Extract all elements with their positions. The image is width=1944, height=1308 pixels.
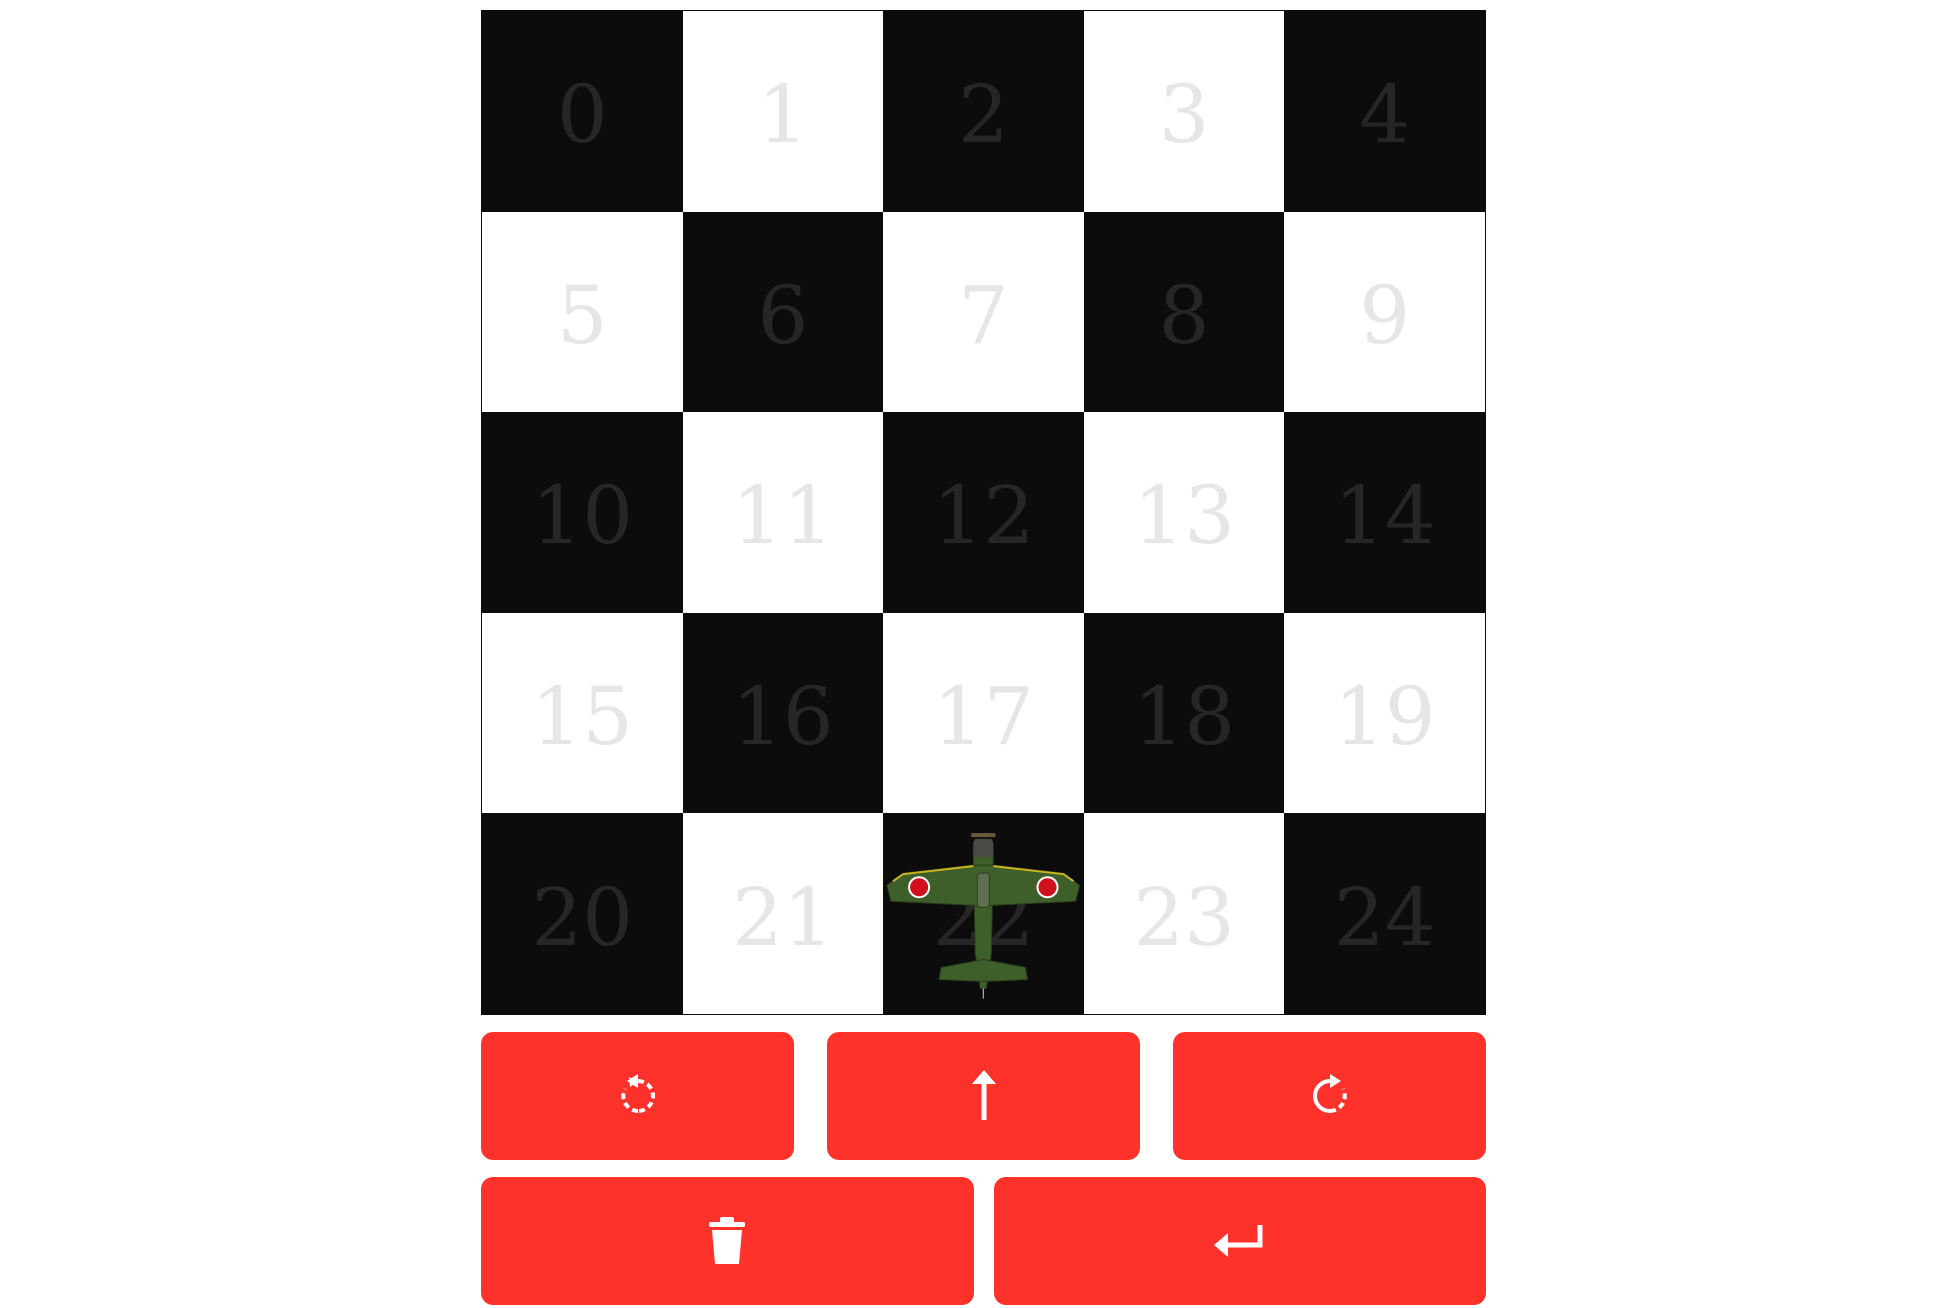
rotate-left-icon xyxy=(620,1074,655,1113)
board-cell[interactable]: 17 xyxy=(883,612,1084,814)
board-cell[interactable]: 15 xyxy=(482,612,683,814)
cell-number: 11 xyxy=(731,469,834,563)
board-cell[interactable]: 20 xyxy=(482,813,683,1014)
board-cell[interactable]: 1 xyxy=(682,11,884,212)
cell-number: 22 xyxy=(932,870,1035,964)
rotate-right-icon xyxy=(1312,1074,1347,1113)
cell-number: 21 xyxy=(731,870,834,964)
trash-icon xyxy=(709,1217,746,1264)
cell-number: 16 xyxy=(731,670,834,764)
board-cell[interactable]: 13 xyxy=(1083,412,1285,613)
movement-controls xyxy=(481,1032,1486,1160)
board-cell[interactable]: 11 xyxy=(682,412,884,613)
cell-number: 19 xyxy=(1333,670,1436,764)
board-cell[interactable]: 0 xyxy=(482,11,683,212)
cell-number: 18 xyxy=(1133,670,1235,764)
cell-number: 6 xyxy=(757,268,809,362)
board-cell[interactable]: 21 xyxy=(682,813,884,1014)
cell-number: 2 xyxy=(958,68,1009,162)
cell-number: 12 xyxy=(932,469,1035,563)
board-cell[interactable]: 8 xyxy=(1083,211,1285,413)
cell-number: 13 xyxy=(1133,469,1235,563)
board-cell[interactable]: 7 xyxy=(883,211,1084,413)
forward-button[interactable] xyxy=(827,1032,1140,1160)
cell-number: 17 xyxy=(932,670,1035,764)
action-controls xyxy=(481,1177,1486,1305)
cell-number: 3 xyxy=(1158,68,1210,162)
cell-number: 10 xyxy=(531,469,634,563)
arrow-up-icon xyxy=(971,1070,996,1120)
cell-number: 24 xyxy=(1333,870,1436,964)
board-cell[interactable]: 2 xyxy=(883,11,1084,212)
board-cell[interactable]: 16 xyxy=(682,612,884,814)
rotate-left-button[interactable] xyxy=(481,1032,794,1160)
cell-number: 9 xyxy=(1359,268,1411,362)
cell-number: 14 xyxy=(1333,469,1436,563)
enter-button[interactable] xyxy=(993,1177,1486,1305)
board-cell[interactable]: 10 xyxy=(482,412,683,613)
board-cell[interactable]: 6 xyxy=(682,211,884,413)
board-cell[interactable]: 4 xyxy=(1284,11,1485,212)
board-cell[interactable]: 14 xyxy=(1284,412,1485,613)
game-board: 0 1 2 3 4 5 6 7 8 9 10 11 12 13 14 15 16… xyxy=(481,10,1486,1015)
enter-return-icon xyxy=(1213,1225,1263,1257)
board-cell[interactable]: 18 xyxy=(1083,612,1285,814)
board-cell[interactable]: 12 xyxy=(883,412,1084,613)
board-cell[interactable]: 19 xyxy=(1284,612,1485,814)
cell-number: 15 xyxy=(531,670,634,764)
board-cell[interactable]: 23 xyxy=(1083,813,1285,1014)
board-cell[interactable]: 9 xyxy=(1284,211,1485,413)
cell-number: 23 xyxy=(1133,870,1235,964)
board-cell[interactable]: 22 xyxy=(883,813,1084,1014)
rotate-right-button[interactable] xyxy=(1173,1032,1486,1160)
cell-number: 5 xyxy=(556,268,608,362)
cell-number: 20 xyxy=(531,870,634,964)
cell-number: 1 xyxy=(757,68,809,162)
cell-number: 4 xyxy=(1359,68,1411,162)
cell-number: 7 xyxy=(958,268,1009,362)
delete-button[interactable] xyxy=(481,1177,974,1305)
board-cell[interactable]: 5 xyxy=(482,211,683,413)
cell-number: 0 xyxy=(556,68,608,162)
board-cell[interactable]: 3 xyxy=(1083,11,1285,212)
cell-number: 8 xyxy=(1158,268,1210,362)
board-cell[interactable]: 24 xyxy=(1284,813,1485,1014)
